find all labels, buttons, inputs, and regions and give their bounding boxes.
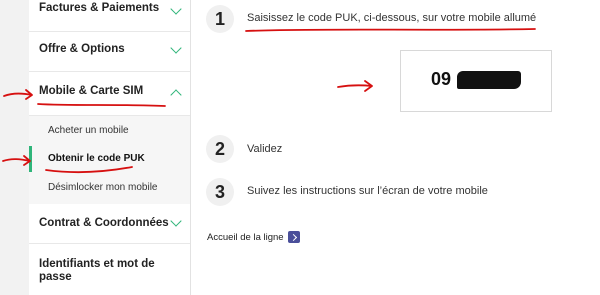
annotation-underline-sidebar — [37, 103, 166, 107]
annotation-underline-puk — [45, 166, 133, 174]
annotation-arrow-puk — [2, 155, 31, 166]
annotation-arrow-sidebar — [3, 89, 33, 100]
annotation-underline-step1 — [245, 28, 536, 32]
annotation-arrow-main — [337, 80, 373, 92]
annotation-overlay — [2, 28, 536, 174]
